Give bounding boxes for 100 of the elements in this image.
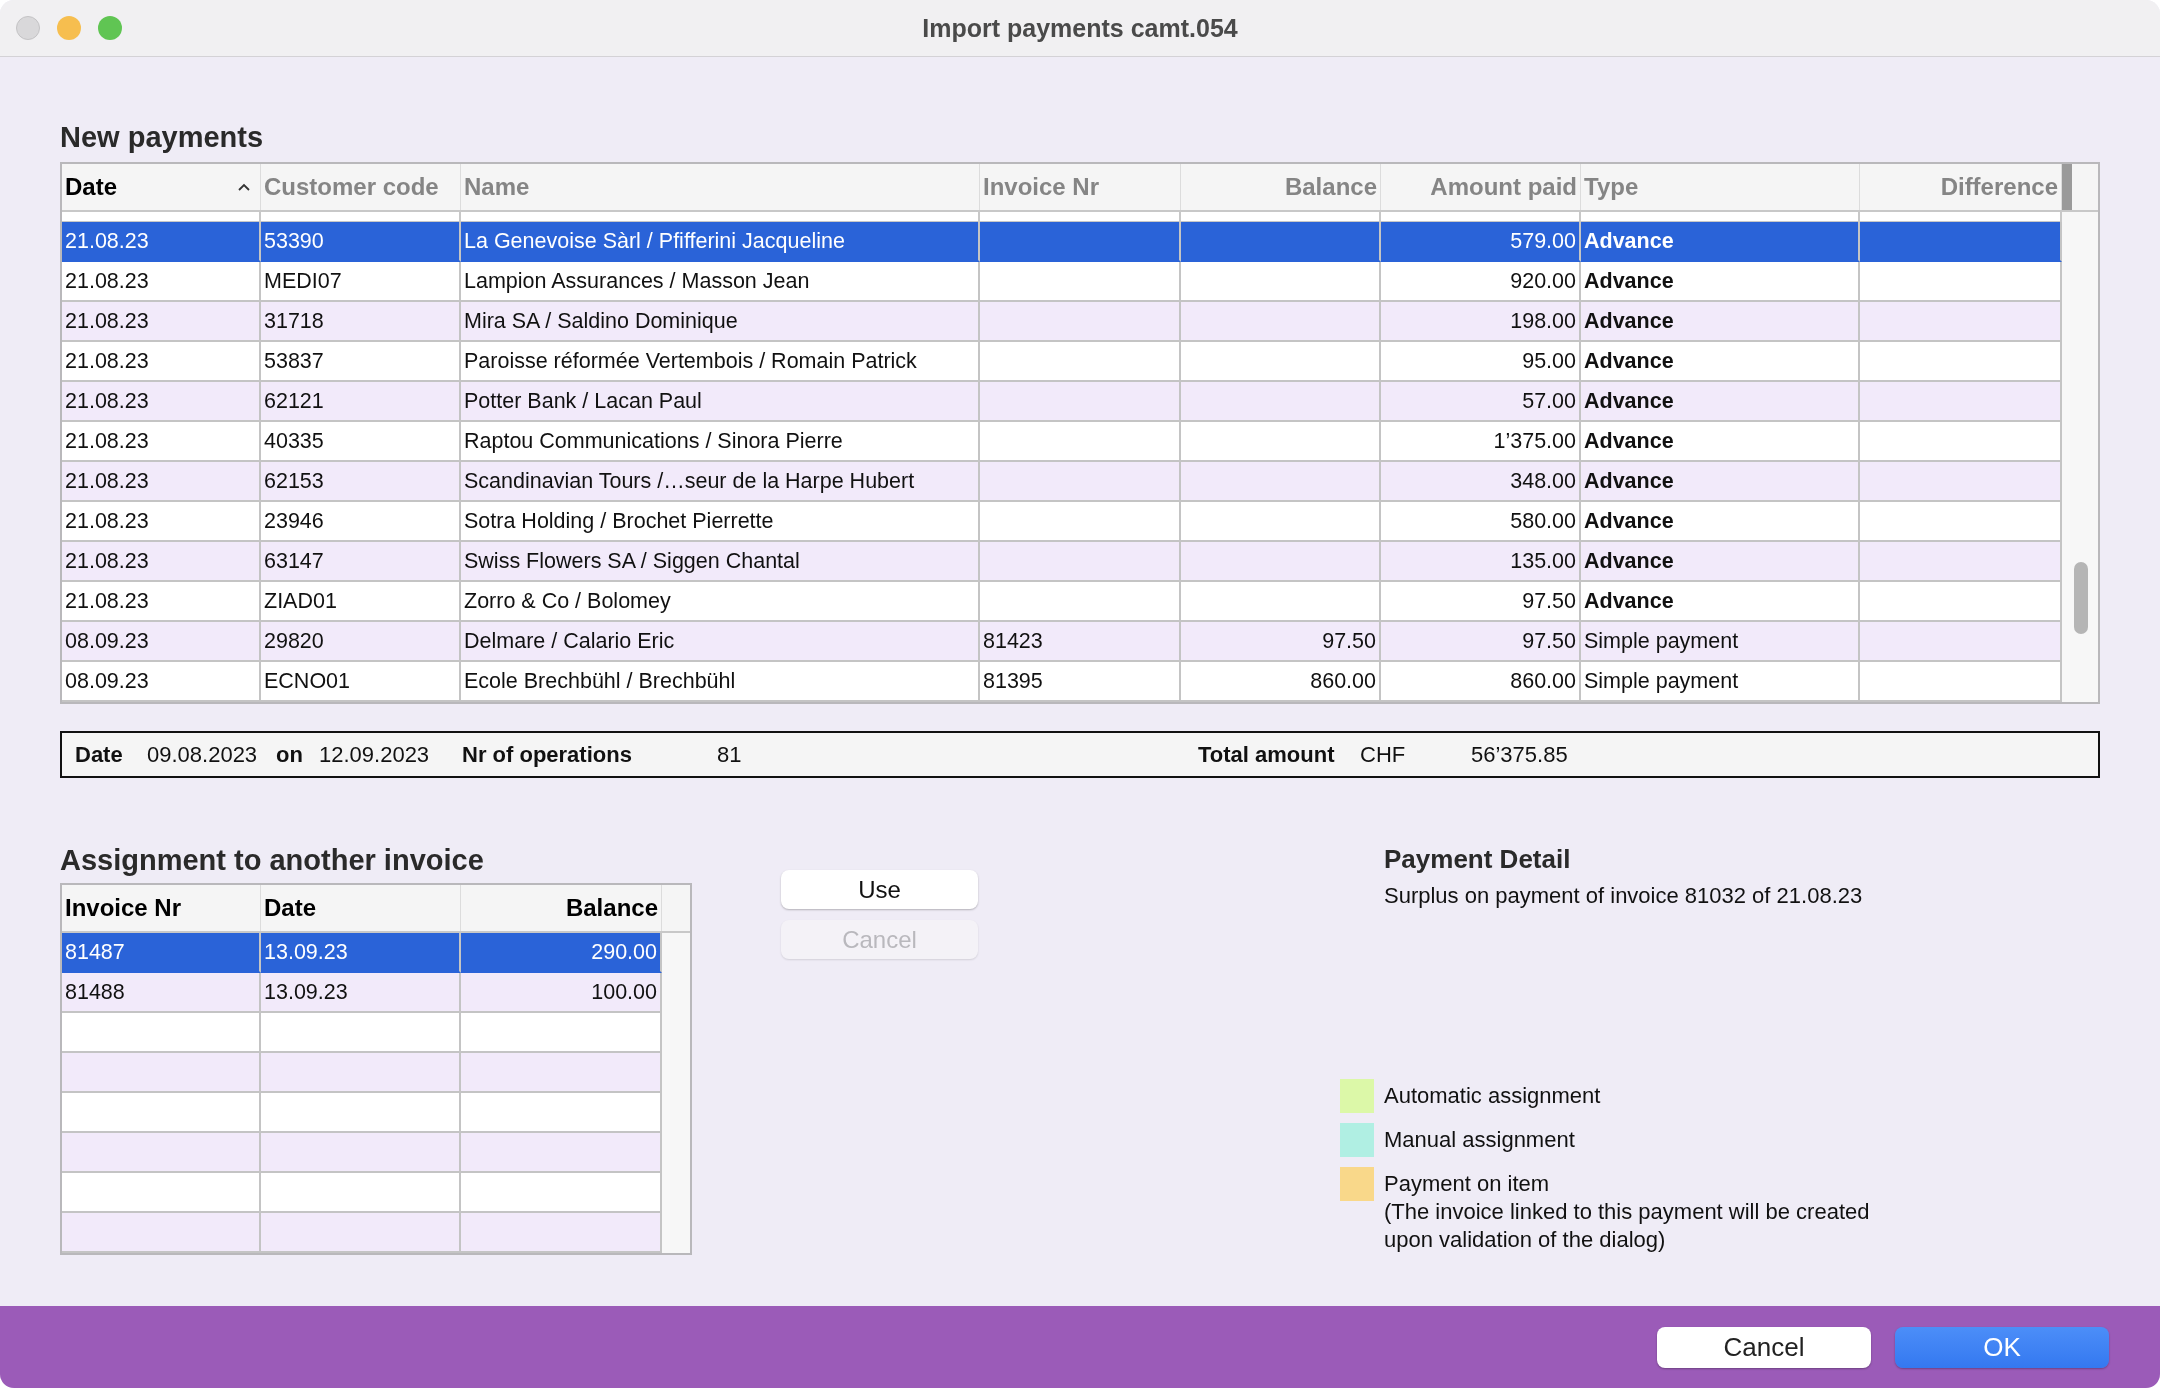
table-cell: 21.08.23 <box>65 588 149 614</box>
field-label: Nr of operations <box>462 741 633 768</box>
table-row[interactable]: 21.08.23 ZIAD01 Zorro & Co / Bolomey 97.50 Advance <box>62 582 2062 622</box>
field-value: CHF <box>1360 741 1407 768</box>
scrollbar-thumb[interactable] <box>2074 562 2088 634</box>
table-cell: Advance <box>1584 428 1674 454</box>
table-cell: Raptou Communications / Sinora Pierre <box>464 428 843 454</box>
field-label: Total amount <box>1198 741 1336 768</box>
table-row[interactable]: 81488 13.09.23 100.00 <box>62 973 662 1013</box>
table-cell: Mira SA / Saldino Dominique <box>464 308 738 334</box>
table-cell: Zorro & Co / Bolomey <box>464 588 671 614</box>
table-cell: Advance <box>1584 228 1674 254</box>
sort-ascending-icon <box>237 182 251 192</box>
table-row[interactable]: 21.08.23 40335 Raptou Communications / Sinora Pierre 1’375.00 Advance <box>62 422 2062 462</box>
table-cell: 63147 <box>264 548 324 574</box>
table-cell: 198.00 <box>1510 308 1576 334</box>
close-icon[interactable] <box>16 16 40 40</box>
table-cell: 135.00 <box>1510 548 1576 574</box>
table-row[interactable]: 21.08.23 31718 Mira SA / Saldino Dominique 198.00 Advance <box>62 302 2062 342</box>
table-cell: 580.00 <box>1510 508 1576 534</box>
table-cell: 40335 <box>264 428 324 454</box>
table-cell: 21.08.23 <box>65 268 149 294</box>
table-cell: Potter Bank / Lacan Paul <box>464 388 702 414</box>
table-cell: 97.50 <box>1522 588 1576 614</box>
table-cell: 81395 <box>983 668 1043 694</box>
table-cell: Swiss Flowers SA / Siggen Chantal <box>464 548 800 574</box>
table-cell: 23946 <box>264 508 324 534</box>
table-cell: 08.09.23 <box>65 628 149 654</box>
table-cell: Delmare / Calario Eric <box>464 628 675 654</box>
table-cell: ECNO01 <box>264 668 351 694</box>
field-label: Date <box>75 741 124 768</box>
table-cell: 53837 <box>264 348 324 374</box>
window-title: Import payments camt.054 <box>922 13 1238 43</box>
field-label: on <box>276 741 304 768</box>
field-value: 12.09.2023 <box>319 741 431 768</box>
table-cell: Simple payment <box>1584 628 1739 654</box>
table-cell: 81487 <box>65 939 125 965</box>
table-row[interactable]: 21.08.23 23946 Sotra Holding / Brochet Pierrette 580.00 Advance <box>62 502 2062 542</box>
table-cell: 62153 <box>264 468 324 494</box>
table-cell: 21.08.23 <box>65 428 149 454</box>
minimize-icon[interactable] <box>57 16 81 40</box>
table-cell: 95.00 <box>1522 348 1576 374</box>
section-title: Payment Detail <box>1384 844 1572 875</box>
table-cell: Advance <box>1584 268 1674 294</box>
table-cell: 31718 <box>264 308 324 334</box>
field-value: 09.08.2023 <box>147 741 259 768</box>
table-cell: 97.50 <box>1322 628 1376 654</box>
table-cell: 13.09.23 <box>264 979 348 1005</box>
table-row[interactable]: 21.08.23 63147 Swiss Flowers SA / Siggen Chantal 135.00 Advance <box>62 542 2062 582</box>
table-cell: Advance <box>1584 548 1674 574</box>
column-header[interactable]: Invoice Nr <box>62 885 261 931</box>
table-row[interactable]: 21.08.23 53837 Paroisse réformée Vertembois / Romain Patrick 95.00 Advance <box>62 342 2062 382</box>
table-cell: ZIAD01 <box>264 588 337 614</box>
table-cell: 21.08.23 <box>65 228 149 254</box>
column-header[interactable]: Date <box>62 164 261 210</box>
table-cell: 100.00 <box>591 979 657 1005</box>
table-cell: MEDI07 <box>264 268 342 294</box>
table-row[interactable]: 08.09.23 ECNO01 Ecole Brechbühl / Brechbühl 81395 860.00 860.00 Simple payment <box>62 662 2062 702</box>
table-cell: 97.50 <box>1522 628 1576 654</box>
table-cell: 08.09.23 <box>65 668 149 694</box>
section-title: New payments <box>60 121 265 154</box>
table-cell: Advance <box>1584 468 1674 494</box>
cancel-button[interactable]: Cancel <box>1657 1326 1871 1368</box>
column-header[interactable]: Date <box>261 885 461 931</box>
table-cell: 579.00 <box>1510 228 1576 254</box>
table-cell: 29820 <box>264 628 324 654</box>
column-header[interactable]: Balance <box>461 885 662 931</box>
table-cell: 81488 <box>65 979 125 1005</box>
table-row[interactable]: 21.08.23 62153 Scandinavian Tours /…seur de la Harpe Hubert 348.00 Advance <box>62 462 2062 502</box>
table-cell: 81423 <box>983 628 1043 654</box>
legend-label: (The invoice linked to this payment will be created <box>1384 1198 1870 1226</box>
zoom-icon[interactable] <box>98 16 122 40</box>
table-cell: Ecole Brechbühl / Brechbühl <box>464 668 736 694</box>
section-title: Assignment to another invoice <box>60 844 485 877</box>
legend-label: Payment on item <box>1384 1170 1551 1198</box>
legend-label: Manual assignment <box>1384 1126 1575 1154</box>
table-cell: 860.00 <box>1310 668 1376 694</box>
scrollbar-thumb[interactable] <box>2062 164 2072 210</box>
table-row[interactable]: 21.08.23 53390 La Genevoise Sàrl / Pfifferini Jacqueline 579.00 Advance <box>62 222 2062 262</box>
table-cell: 21.08.23 <box>65 348 149 374</box>
table-row[interactable]: 81487 13.09.23 290.00 <box>62 933 662 973</box>
table-cell: 21.08.23 <box>65 468 149 494</box>
table-cell: Scandinavian Tours /…seur de la Harpe Hubert <box>464 468 915 494</box>
table-cell: 860.00 <box>1510 668 1576 694</box>
table-cell: 13.09.23 <box>264 939 348 965</box>
table-cell: 348.00 <box>1510 468 1576 494</box>
table-cell: 21.08.23 <box>65 308 149 334</box>
table-cell: Advance <box>1584 588 1674 614</box>
detail-text: Surplus on payment of invoice 81032 of 21.08.23 <box>1384 883 1864 909</box>
table-cell: La Genevoise Sàrl / Pfifferini Jacqueline <box>464 228 845 254</box>
ok-button[interactable]: OK <box>1895 1326 2109 1368</box>
table-row[interactable]: 21.08.23 62121 Potter Bank / Lacan Paul 57.00 Advance <box>62 382 2062 422</box>
table-cell: 1’375.00 <box>1493 428 1576 454</box>
table-cell: 920.00 <box>1510 268 1576 294</box>
table-cell: Advance <box>1584 308 1674 334</box>
table-cell: Simple payment <box>1584 668 1739 694</box>
table-row[interactable]: 08.09.23 29820 Delmare / Calario Eric 81423 97.50 97.50 Simple payment <box>62 622 2062 662</box>
use-button[interactable]: Use <box>781 870 978 909</box>
table-row[interactable]: 21.08.23 MEDI07 Lampion Assurances / Masson Jean 920.00 Advance <box>62 262 2062 302</box>
table-cell: 53390 <box>264 228 324 254</box>
